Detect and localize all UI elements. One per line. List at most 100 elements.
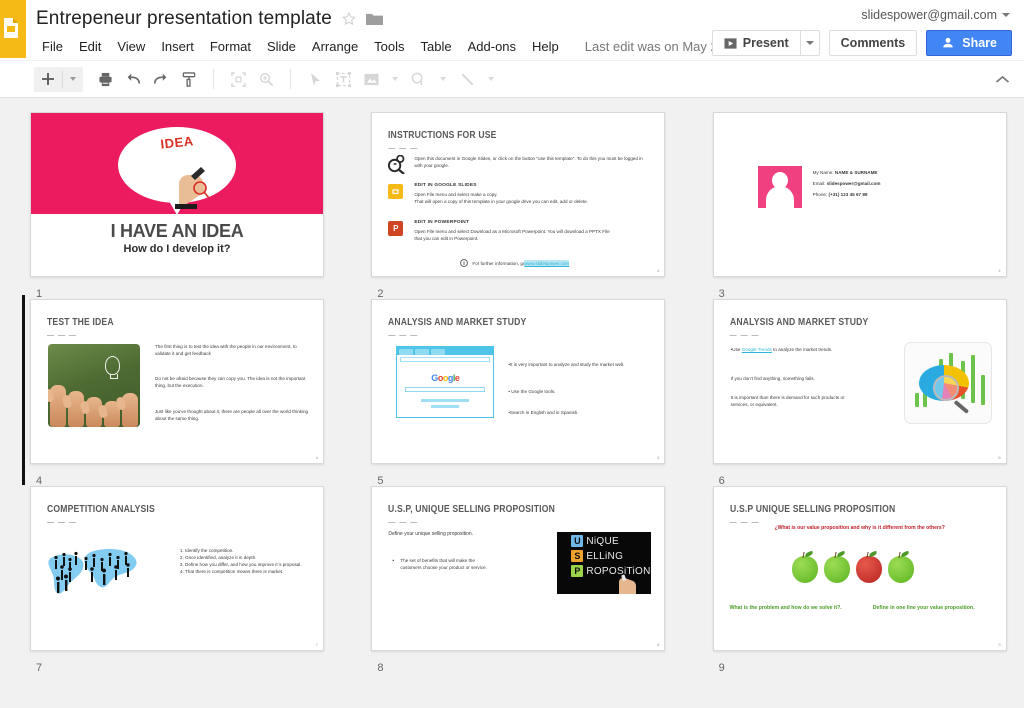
redo-button[interactable] — [147, 66, 175, 92]
bullet-prefix: •Use — [731, 347, 742, 352]
menu-item-tools[interactable]: Tools — [366, 36, 412, 57]
print-button[interactable] — [91, 66, 119, 92]
menu-item-format[interactable]: Format — [202, 36, 259, 57]
menu-item-addons[interactable]: Add-ons — [460, 36, 524, 57]
share-label: Share — [962, 36, 997, 50]
account-menu[interactable]: slidespower@gmail.com — [861, 8, 1010, 22]
insert-line-button[interactable] — [453, 66, 481, 92]
slide-bullet: •It is very important to analyze and stu… — [508, 361, 654, 368]
star-outline-icon[interactable] — [341, 11, 357, 27]
menu-item-insert[interactable]: Insert — [153, 36, 202, 57]
list-item: Identify the competition. — [185, 547, 313, 554]
magnifier-icon — [259, 72, 274, 87]
board-word-unique: NiQUE — [586, 536, 619, 547]
slide-thumbnail-5[interactable]: ANALYSIS AND MARKET STUDY — — — Google — [371, 299, 665, 464]
hand-pen-photo — [169, 151, 209, 209]
slide-title: U.S.P, UNIQUE SELLING PROPOSITION — [388, 503, 555, 515]
slide-thumbnail-8[interactable]: U.S.P, UNIQUE SELLING PROPOSITION — — — … — [371, 486, 665, 651]
contact-name-row: My Name: NAME & SURNAME — [813, 169, 878, 176]
insert-shape-button[interactable] — [405, 66, 433, 92]
section-heading-slides: EDIT IN GOOGLE SLIDES — [414, 183, 476, 188]
result-line — [421, 399, 469, 402]
slide-thumbnail-6[interactable]: ANALYSIS AND MARKET STUDY — — — •Use Goo… — [713, 299, 1007, 464]
world-map-people-illustration — [45, 542, 155, 602]
new-slide-control — [34, 67, 83, 92]
insert-image-button[interactable] — [357, 66, 385, 92]
slide-cell-7[interactable]: COMPETITION ANALYSIS — — — — [30, 486, 341, 651]
slide-thumbnail-7[interactable]: COMPETITION ANALYSIS — — — — [30, 486, 324, 651]
footer-link[interactable]: www.slidespower.com — [524, 260, 569, 267]
folder-icon[interactable] — [366, 12, 383, 26]
google-trends-link[interactable]: Google Trends — [742, 347, 772, 352]
powerpoint-file-icon: P — [388, 221, 403, 236]
menu-item-view[interactable]: View — [109, 36, 153, 57]
browser-tab — [399, 349, 413, 355]
slide-page-number: 6 — [998, 455, 1000, 460]
menu-item-table[interactable]: Table — [413, 36, 460, 57]
share-button[interactable]: Share — [926, 30, 1012, 56]
present-options-button[interactable] — [800, 30, 820, 56]
slide-cell-1[interactable]: IDEA I HAVE AN IDEA How do I develop it?… — [30, 112, 341, 277]
contact-email-row: Email: slidespower@gmail.com — [813, 180, 881, 187]
title-underline-dashes: — — — — [730, 332, 760, 339]
browser-search-field — [405, 387, 485, 392]
title-underline-dashes: — — — — [47, 332, 77, 339]
page-title[interactable]: Entrepeneur presentation template — [36, 8, 332, 30]
select-tool-button[interactable] — [301, 66, 329, 92]
menu-item-help[interactable]: Help — [524, 36, 567, 57]
slide-page-number: 4 — [316, 455, 318, 460]
undo-button[interactable] — [119, 66, 147, 92]
slide-row: TEST THE IDEA — — — The first thing is t… — [0, 299, 1024, 464]
slide-thumbnail-2[interactable]: INSTRUCTIONS FOR USE — — — Open this doc… — [371, 112, 665, 277]
toolbar-divider — [213, 69, 214, 89]
comments-button[interactable]: Comments — [829, 30, 918, 56]
insert-image-options-button[interactable] — [385, 66, 405, 92]
title-underline-dashes: — — — — [388, 145, 418, 152]
new-slide-button[interactable] — [34, 66, 62, 92]
paint-format-button[interactable] — [175, 66, 203, 92]
present-button[interactable]: Present — [712, 30, 800, 56]
menu-item-file[interactable]: File — [34, 36, 71, 57]
fit-to-screen-icon — [231, 72, 246, 87]
cursor-arrow-icon — [309, 72, 322, 87]
slide-number-8: 8 — [377, 662, 383, 674]
google-slides-logo[interactable] — [0, 0, 26, 58]
slide-cell-9[interactable]: U.S.P UNIQUE SELLING PROPOSITION — — — ¿… — [713, 486, 1024, 651]
slide-cell-5[interactable]: ANALYSIS AND MARKET STUDY — — — Google — [371, 299, 682, 464]
slide-cell-3[interactable]: My Name: NAME & SURNAME Email: slidespow… — [713, 112, 1024, 277]
fit-to-screen-button[interactable] — [224, 66, 252, 92]
board-row: S ELLiNG — [571, 550, 651, 562]
usp-caption-right: Define in one line your value propositio… — [864, 605, 984, 613]
chevron-down-icon — [440, 77, 446, 81]
slide-title: ANALYSIS AND MARKET STUDY — [388, 316, 526, 328]
slide-thumbnail-1[interactable]: IDEA I HAVE AN IDEA How do I develop it? — [30, 112, 324, 277]
section-line: that you can edit in Powerpoint. — [414, 235, 660, 242]
slide-paragraph: It is important than there is demand for… — [731, 394, 861, 408]
slide-thumbnail-9[interactable]: U.S.P UNIQUE SELLING PROPOSITION — — — ¿… — [713, 486, 1007, 651]
slide-thumbnail-4[interactable]: TEST THE IDEA — — — The first thing is t… — [30, 299, 324, 464]
slide-cell-8[interactable]: U.S.P, UNIQUE SELLING PROPOSITION — — — … — [371, 486, 682, 651]
text-box-icon — [336, 72, 351, 87]
collapse-toolbar-button[interactable] — [995, 61, 1010, 97]
slide-cell-4[interactable]: TEST THE IDEA — — — The first thing is t… — [30, 299, 341, 464]
new-slide-layout-button[interactable] — [63, 66, 83, 92]
slide-grid[interactable]: IDEA I HAVE AN IDEA How do I develop it?… — [0, 98, 1024, 707]
slide-bullet: •Search in English and in Spanish. — [508, 409, 654, 416]
list-item: Once identified, analyze it in depth. — [185, 554, 313, 561]
insert-shape-options-button[interactable] — [433, 66, 453, 92]
text-box-button[interactable] — [329, 66, 357, 92]
slide-title: INSTRUCTIONS FOR USE — [388, 129, 497, 141]
menu-item-edit[interactable]: Edit — [71, 36, 109, 57]
slide-thumbnail-3[interactable]: My Name: NAME & SURNAME Email: slidespow… — [713, 112, 1007, 277]
section-heading-powerpoint: EDIT IN POWERPOINT — [414, 220, 469, 225]
menu-item-slide[interactable]: Slide — [259, 36, 304, 57]
insert-line-options-button[interactable] — [481, 66, 501, 92]
zoom-button[interactable] — [252, 66, 280, 92]
slide-bullet-link-line: •Use Google Trends to analyze the market… — [731, 346, 861, 353]
magnifier-icon — [933, 375, 959, 401]
slide-cell-6[interactable]: ANALYSIS AND MARKET STUDY — — — •Use Goo… — [713, 299, 1024, 464]
google-slides-file-icon — [388, 184, 403, 199]
menu-item-arrange[interactable]: Arrange — [304, 36, 366, 57]
green-bar — [971, 355, 975, 403]
slide-cell-2[interactable]: INSTRUCTIONS FOR USE — — — Open this doc… — [371, 112, 682, 277]
